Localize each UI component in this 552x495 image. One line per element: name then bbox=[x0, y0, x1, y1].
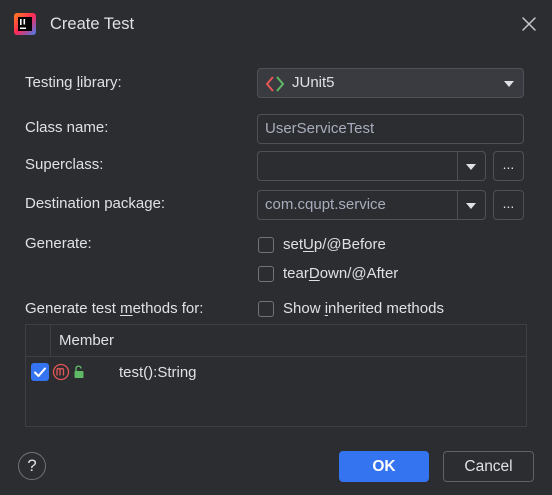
superclass-browse-button[interactable]: ... bbox=[493, 151, 524, 181]
table-row[interactable]: test():String bbox=[26, 358, 526, 388]
generate-label: Generate: bbox=[25, 235, 92, 252]
methods-for-label: Generate test methods for: bbox=[25, 300, 204, 317]
destination-package-label: Destination package: bbox=[25, 195, 166, 212]
show-inherited-checkbox[interactable] bbox=[258, 301, 274, 317]
combo-separator bbox=[457, 152, 458, 180]
member-name: test():String bbox=[119, 364, 197, 381]
class-name-label: Class name: bbox=[25, 119, 109, 136]
dialog-title: Create Test bbox=[50, 15, 135, 33]
show-inherited-label[interactable]: Show inherited methods bbox=[283, 300, 444, 317]
combo-separator bbox=[457, 191, 458, 219]
member-table[interactable]: Member test():String bbox=[25, 324, 527, 427]
table-header: Member bbox=[26, 325, 526, 357]
teardown-checkbox-label[interactable]: tearDown/@After bbox=[283, 265, 398, 282]
setup-checkbox[interactable] bbox=[258, 237, 274, 253]
ok-button[interactable]: OK bbox=[339, 451, 429, 482]
setup-checkbox-label[interactable]: setUp/@Before bbox=[283, 236, 386, 253]
method-icon bbox=[52, 363, 70, 381]
destination-package-value: com.cqupt.service bbox=[265, 196, 386, 213]
row-checkbox[interactable] bbox=[31, 363, 49, 381]
class-name-input[interactable]: UserServiceTest bbox=[257, 114, 524, 144]
help-button[interactable]: ? bbox=[18, 452, 46, 480]
member-column-header[interactable]: Member bbox=[59, 332, 114, 349]
teardown-checkbox[interactable] bbox=[258, 266, 274, 282]
testing-library-select[interactable]: JUnit5 bbox=[257, 68, 524, 98]
class-name-value: UserServiceTest bbox=[265, 120, 375, 137]
close-icon[interactable] bbox=[520, 15, 538, 33]
chevron-down-icon bbox=[504, 81, 514, 87]
cancel-button[interactable]: Cancel bbox=[443, 451, 534, 482]
chevron-down-icon[interactable] bbox=[466, 203, 476, 209]
superclass-label: Superclass: bbox=[25, 156, 104, 173]
title-bar: Create Test bbox=[0, 0, 552, 50]
testing-library-value: JUnit5 bbox=[292, 74, 335, 91]
superclass-input[interactable] bbox=[257, 151, 486, 181]
testing-library-label: Testing library: bbox=[25, 74, 122, 91]
checkmark-icon bbox=[34, 367, 46, 377]
chevron-down-icon[interactable] bbox=[466, 164, 476, 170]
destination-package-browse-button[interactable]: ... bbox=[493, 190, 524, 220]
column-separator bbox=[50, 325, 51, 356]
unlocked-icon bbox=[74, 365, 84, 378]
junit-icon bbox=[266, 76, 284, 92]
destination-package-input[interactable]: com.cqupt.service bbox=[257, 190, 486, 220]
intellij-idea-icon bbox=[14, 13, 36, 35]
